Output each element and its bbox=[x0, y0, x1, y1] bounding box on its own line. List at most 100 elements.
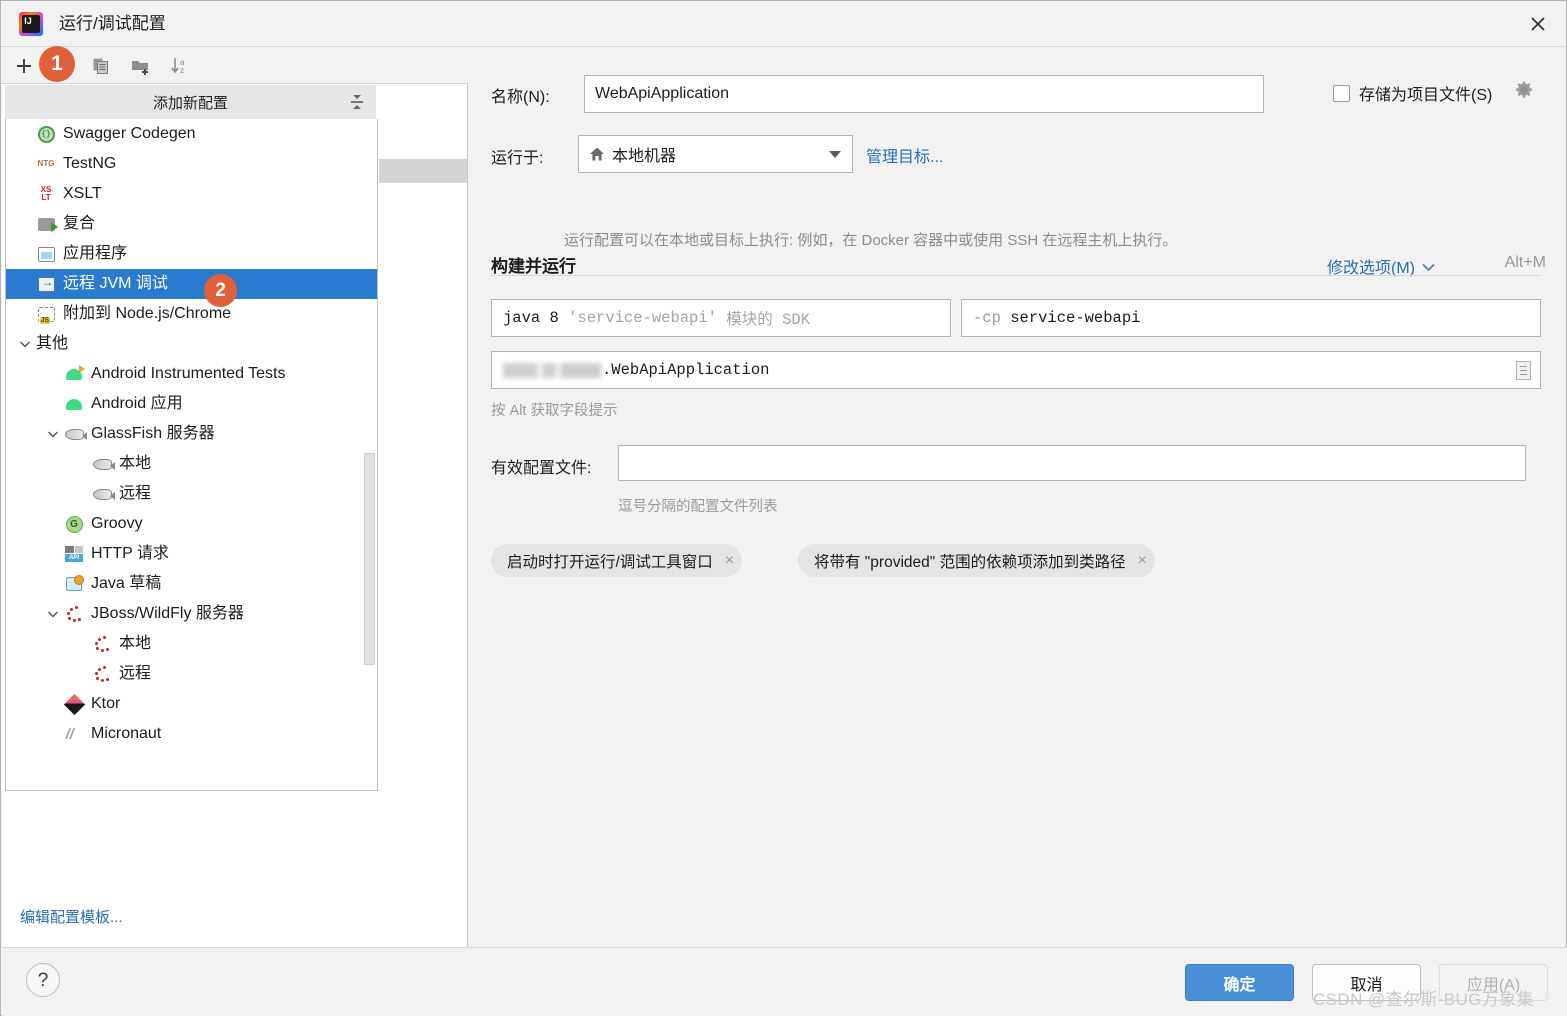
name-input-value: WebApiApplication bbox=[595, 86, 729, 102]
tree-item-label: Swagger Codegen bbox=[63, 124, 196, 144]
tree-item[interactable]: Android Instrumented Tests bbox=[6, 359, 378, 389]
main-class-value: .WebApiApplication bbox=[602, 361, 769, 379]
help-button[interactable]: ? bbox=[26, 963, 60, 997]
sort-alphabetical-icon: a z bbox=[170, 57, 190, 75]
run-target-description: 运行配置可以在本地或目标上执行: 例如，在 Docker 容器中或使用 SSH … bbox=[564, 229, 1524, 250]
tree-item[interactable]: GGroovy bbox=[6, 509, 378, 539]
glassfish-icon bbox=[92, 484, 112, 504]
tree-item[interactable]: //Micronaut bbox=[6, 719, 378, 749]
active-profiles-label: 有效配置文件: bbox=[491, 454, 591, 478]
tree-item[interactable]: 本地 bbox=[6, 629, 378, 659]
tree-item[interactable]: 远程 bbox=[6, 479, 378, 509]
collapse-all-icon[interactable] bbox=[348, 93, 366, 111]
tree-item[interactable]: 远程 bbox=[6, 659, 378, 689]
tree-item-label: GlassFish 服务器 bbox=[91, 424, 215, 444]
manage-targets-link[interactable]: 管理目标... bbox=[866, 143, 943, 167]
chip-close-icon[interactable]: × bbox=[725, 553, 734, 569]
expand-field-icon[interactable] bbox=[1516, 361, 1531, 380]
tree-item[interactable]: 复合 bbox=[6, 209, 378, 239]
remote-jvm-debug-icon bbox=[36, 274, 56, 294]
tree-item-label: JBoss/WildFly 服务器 bbox=[91, 604, 244, 624]
tree-item-label: HTTP 请求 bbox=[91, 544, 169, 564]
tree-twisty-expanded-icon[interactable] bbox=[44, 605, 62, 623]
sdk-module: 'service-webapi' bbox=[568, 309, 717, 327]
tree-item-label: 应用程序 bbox=[63, 244, 127, 264]
copy-icon bbox=[92, 57, 110, 75]
ok-button[interactable]: 确定 bbox=[1185, 964, 1294, 1001]
run-debug-configurations-dialog: IJ 运行/调试配置 bbox=[0, 0, 1567, 1016]
annotation-marker-2: 2 bbox=[204, 274, 237, 307]
tree-item-label: 远程 bbox=[119, 484, 151, 504]
swagger-icon: {} bbox=[36, 124, 56, 144]
tree-twisty-expanded-icon[interactable] bbox=[16, 335, 34, 353]
sort-alphabetical-button[interactable]: a z bbox=[167, 53, 193, 79]
tree-item-label: 附加到 Node.js/Chrome bbox=[63, 304, 231, 324]
tree-item-label: 本地 bbox=[119, 454, 151, 474]
name-label: 名称(N): bbox=[491, 83, 550, 107]
gear-icon[interactable] bbox=[1514, 80, 1534, 100]
option-chip-provided-scope[interactable]: 将带有 "provided" 范围的依赖项添加到类路径 × bbox=[798, 544, 1155, 577]
tree-item-label: Android 应用 bbox=[91, 394, 183, 414]
tree-twisty-expanded-icon[interactable] bbox=[44, 425, 62, 443]
configuration-type-tree[interactable]: {} Swagger Codegen NTGTestNGXSLTXSLT 复合应用程序… bbox=[5, 119, 378, 791]
add-configuration-button[interactable] bbox=[11, 53, 37, 79]
tree-item-label: XSLT bbox=[63, 184, 102, 204]
chevron-down-icon bbox=[829, 151, 841, 158]
main-class-input[interactable]: .WebApiApplication bbox=[491, 351, 1541, 389]
remote-jvm-debug-tree-item[interactable]: 远程 JVM 调试 bbox=[6, 269, 378, 299]
tree-item[interactable]: 本地 bbox=[6, 449, 378, 479]
annotation-marker-1: 1 bbox=[39, 46, 75, 82]
modify-options-shortcut: Alt+M bbox=[1505, 254, 1546, 272]
new-folder-button[interactable] bbox=[128, 53, 154, 79]
sdk-suffix: 模块的 SDK bbox=[726, 307, 810, 329]
glassfish-icon bbox=[92, 454, 112, 474]
secondary-column bbox=[379, 85, 467, 165]
classpath-combo[interactable]: -cp service-webapi bbox=[961, 299, 1541, 337]
watermark: CSDN @查尔斯-BUG万象集 bbox=[1313, 985, 1534, 1010]
tree-item[interactable]: NTGTestNG bbox=[6, 149, 378, 179]
tree-item[interactable]: {} Swagger Codegen bbox=[6, 119, 378, 149]
tree-item[interactable]: Java 草稿 bbox=[6, 569, 378, 599]
tree-item[interactable]: 附加到 Node.js/Chrome bbox=[6, 299, 378, 329]
tree-item-label: 其他 bbox=[36, 334, 68, 354]
tree-item-label: 远程 bbox=[119, 664, 151, 684]
ktor-icon bbox=[64, 694, 84, 714]
tree-item[interactable]: APIHTTP 请求 bbox=[6, 539, 378, 569]
run-target-value: 本地机器 bbox=[612, 142, 676, 166]
chip-close-icon[interactable]: × bbox=[1138, 553, 1147, 569]
tree-scrollbar-thumb[interactable] bbox=[364, 453, 375, 665]
close-icon[interactable] bbox=[1510, 1, 1566, 46]
module-sdk-combo[interactable]: java 8 'service-webapi' 模块的 SDK bbox=[491, 299, 951, 337]
tree-item[interactable]: 其他 bbox=[6, 329, 378, 359]
java-scratch-icon bbox=[64, 574, 84, 594]
name-input[interactable]: WebApiApplication bbox=[584, 75, 1264, 113]
tree-item-label: Groovy bbox=[91, 514, 143, 534]
copy-configuration-button[interactable] bbox=[88, 53, 114, 79]
edit-configuration-templates-link[interactable]: 编辑配置模板... bbox=[20, 906, 123, 927]
tree-scroller[interactable]: {} Swagger Codegen NTGTestNGXSLTXSLT 复合应用程序… bbox=[6, 119, 378, 789]
store-as-project-file-checkbox[interactable]: 存储为项目文件(S) bbox=[1333, 81, 1492, 105]
jboss-icon bbox=[92, 634, 112, 654]
intellij-idea-icon: IJ bbox=[19, 12, 43, 36]
tree-item[interactable]: XSLTXSLT bbox=[6, 179, 378, 209]
tree-item[interactable]: Ktor bbox=[6, 689, 378, 719]
tree-item[interactable]: GlassFish 服务器 bbox=[6, 419, 378, 449]
tree-scrollbar[interactable] bbox=[363, 121, 376, 789]
redacted-package-name bbox=[503, 363, 601, 378]
tree-item[interactable]: JBoss/WildFly 服务器 bbox=[6, 599, 378, 629]
tree-item[interactable]: Android 应用 bbox=[6, 389, 378, 419]
active-profiles-input[interactable] bbox=[618, 445, 1526, 481]
checkbox-box[interactable] bbox=[1333, 85, 1350, 102]
option-chip-open-run-window[interactable]: 启动时打开运行/调试工具窗口 × bbox=[491, 544, 742, 577]
add-new-configuration-label: 添加新配置 bbox=[153, 92, 228, 113]
tree-item-label: Ktor bbox=[91, 694, 120, 714]
run-target-combo[interactable]: 本地机器 bbox=[578, 135, 853, 173]
tree-item[interactable]: 应用程序 bbox=[6, 239, 378, 269]
classpath-flag: -cp bbox=[973, 309, 1001, 327]
add-new-configuration-header[interactable]: 添加新配置 bbox=[5, 85, 376, 119]
svg-text:z: z bbox=[180, 66, 184, 75]
tree-item-label: Java 草稿 bbox=[91, 574, 161, 594]
chip-label: 启动时打开运行/调试工具窗口 bbox=[507, 550, 713, 572]
tree-item-label: Micronaut bbox=[91, 724, 161, 744]
tree-item-label: 复合 bbox=[63, 214, 95, 234]
